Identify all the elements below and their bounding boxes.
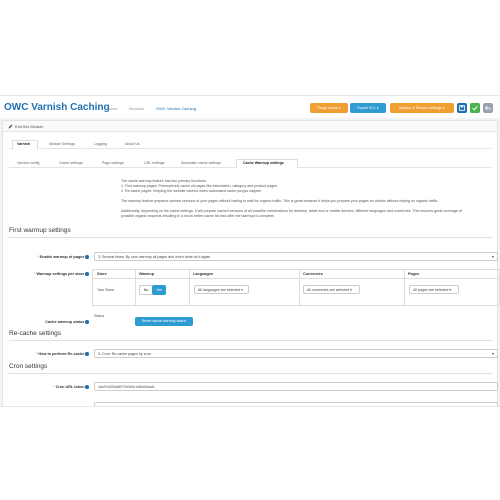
languages-multiselect[interactable]: All languages are selected ▾: [194, 285, 249, 294]
apply-button[interactable]: [470, 103, 480, 113]
subtab-cache-settings[interactable]: Cache settings: [59, 161, 83, 165]
table-header-divider: [93, 278, 499, 279]
section-divider: [9, 340, 493, 341]
per-store-text: Warmup settings per store: [36, 272, 85, 276]
pages-multiselect[interactable]: All pages are selected ▾: [409, 285, 459, 294]
table-header-pages: Pages: [408, 272, 420, 276]
currencies-value: All currencies are selected: [307, 288, 350, 292]
subtab-url-settings[interactable]: URL settings: [144, 161, 164, 165]
back-button[interactable]: [483, 103, 493, 113]
pencil-icon: [8, 124, 13, 129]
recache-method-value: 3: Cron: Re-cache pages by cron: [98, 352, 151, 356]
chevron-down-icon: [492, 256, 494, 258]
export-vcl-button[interactable]: Export VCL ▾: [350, 103, 386, 113]
warmup-status-value: Status: [94, 314, 105, 318]
help-icon: [85, 272, 89, 276]
purge-cache-label: Purge cache: [317, 106, 338, 110]
intro-line: The warmup feature prepares cached versi…: [121, 199, 439, 203]
breadcrumb-current[interactable]: OWC Varnish Caching: [156, 106, 196, 111]
recache-how-text: How to perform Re-cache: [38, 352, 85, 356]
recache-how-label: * How to perform Re-cache: [9, 352, 89, 356]
warmup-store-table: Store Warmup Languages Currencies Pages …: [92, 269, 500, 306]
enable-warmup-select[interactable]: 3: Several times: By cron warmup all pag…: [94, 252, 498, 261]
cron-token-label: * Cron URL token: [9, 385, 89, 389]
currencies-multiselect[interactable]: All currencies are selected ▾: [303, 285, 360, 294]
backup-restore-button[interactable]: Backup & Restore settings ▾: [390, 103, 454, 113]
section-divider: [9, 237, 493, 238]
intro-line: possible organic requests resulting in a…: [121, 214, 275, 218]
subtab-page-settings[interactable]: Page settings: [102, 161, 124, 165]
reply-icon: [485, 105, 491, 111]
purge-cache-button[interactable]: Purge cache ▾: [310, 103, 348, 113]
table-header-currencies: Currencies: [303, 272, 323, 276]
table-col-divider: [299, 270, 300, 305]
reset-warmup-status-button[interactable]: Reset cache warmup status: [135, 317, 193, 326]
table-header-warmup: Warmup: [139, 272, 155, 276]
help-icon: [85, 320, 89, 324]
breadcrumb-modules[interactable]: Modules: [129, 106, 144, 111]
subtab-varnish-config[interactable]: Varnish config: [17, 161, 40, 165]
cron-next-field[interactable]: [94, 402, 498, 406]
subtab-cache-warmup-settings[interactable]: Cache Warmup settings: [243, 161, 284, 165]
table-col-divider: [404, 270, 405, 305]
cron-token-input[interactable]: 4aeFrd2f5fa8f579d3f4e1df6e80ad6: [94, 382, 498, 391]
chevron-down-icon: [492, 353, 494, 355]
page-title: OWC Varnish Caching: [4, 102, 110, 113]
backup-restore-label: Backup & Restore settings: [399, 106, 442, 110]
tab-about-us[interactable]: About Us: [125, 142, 140, 146]
table-header-languages: Languages: [193, 272, 214, 276]
app-window: OWC Varnish Caching Home Modules OWC Var…: [0, 95, 500, 407]
check-icon: [472, 105, 478, 111]
tab-module-settings[interactable]: Module Settings: [49, 142, 75, 146]
subtab-automatic-cache-settings[interactable]: Automatic cache settings: [181, 161, 221, 165]
table-col-divider: [135, 270, 136, 305]
tab-logging[interactable]: Logging: [94, 142, 107, 146]
section-title-cron: Cron settings: [9, 363, 48, 370]
help-icon: [85, 352, 89, 356]
table-col-divider: [189, 270, 190, 305]
enable-warmup-value: 3: Several times: By cron warmup all pag…: [98, 255, 211, 259]
section-title-first-warmup: First warmup settings: [9, 227, 71, 234]
table-header-store: Store: [97, 272, 107, 276]
cron-token-text: Cron URL token: [55, 385, 85, 389]
save-icon-button[interactable]: [457, 103, 467, 113]
tabs-divider: [9, 148, 491, 149]
enable-warmup-text: Enable warmup of pages: [39, 255, 85, 259]
warmup-yes-toggle[interactable]: Yes: [152, 285, 166, 295]
table-cell-store: Your Store: [97, 288, 114, 292]
section-divider: [9, 373, 493, 374]
per-store-label: * Warmup settings per store: [9, 272, 89, 276]
help-icon: [85, 255, 89, 259]
warmup-status-label: Cache warmup status: [9, 320, 89, 324]
warmup-no-toggle[interactable]: No: [139, 285, 153, 295]
recache-method-select[interactable]: 3: Cron: Re-cache pages by cron: [94, 349, 498, 358]
page-header: OWC Varnish Caching Home Modules OWC Var…: [0, 96, 500, 118]
panel-heading-text: Edit this Module: [15, 124, 44, 129]
save-icon: [459, 105, 465, 111]
tab-varnish[interactable]: Varnish: [17, 142, 30, 146]
warmup-status-text: Cache warmup status: [45, 320, 85, 324]
panel-heading: Edit this Module: [3, 121, 497, 132]
breadcrumb-home[interactable]: Home: [107, 106, 118, 111]
export-vcl-label: Export VCL: [357, 106, 376, 110]
pages-value: All pages are selected: [413, 288, 449, 292]
languages-value: All languages are selected: [198, 288, 241, 292]
intro-line: 2. Re-cache pages: Keeping the website c…: [121, 189, 262, 193]
section-title-recache: Re-cache settings: [9, 330, 62, 337]
module-panel: Edit this Module Varnish Module Settings…: [2, 120, 500, 406]
help-icon: [85, 385, 89, 389]
enable-warmup-label: * Enable warmup of pages: [9, 255, 89, 259]
